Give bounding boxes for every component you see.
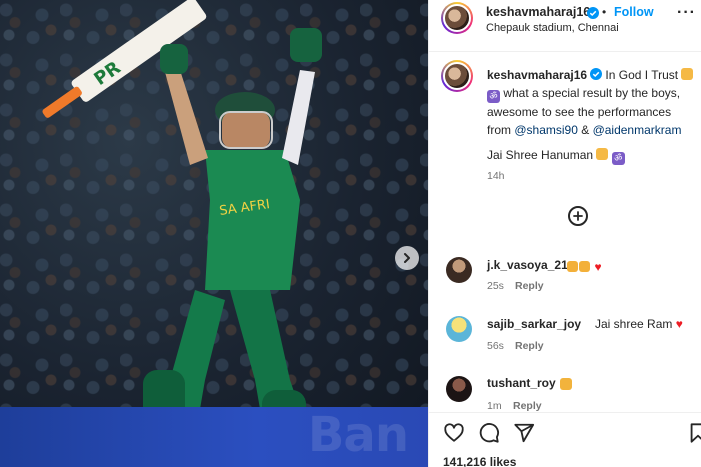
more-options-icon[interactable]: ··· <box>677 4 696 22</box>
comment-reply-button[interactable]: Reply <box>513 400 542 412</box>
praying-hands-emoji-icon <box>681 68 694 80</box>
comment-age: 1m <box>487 400 502 412</box>
likes-count[interactable]: 141,216 likes <box>443 455 516 467</box>
bookmark-icon <box>690 423 701 443</box>
load-more-comments-button[interactable] <box>568 206 588 226</box>
follow-button[interactable]: Follow <box>614 5 654 19</box>
comment-age: 56s <box>487 340 504 352</box>
comment-age: 25s <box>487 280 504 292</box>
save-button[interactable] <box>687 422 701 444</box>
caption-amp: & <box>577 123 593 137</box>
player-illustration: PR SA AFRI <box>42 0 322 467</box>
post-side-panel: keshavmaharaj16 • Follow Chepauk stadium… <box>428 0 701 467</box>
comment-username[interactable]: tushant_roy <box>487 376 556 390</box>
location-link[interactable]: Chepauk stadium, Chennai <box>486 22 619 34</box>
om-emoji-icon: ॐ <box>611 152 625 165</box>
caption-jai-line: Jai Shree Hanuman ॐ <box>487 148 625 165</box>
post-header: keshavmaharaj16 • Follow Chepauk stadium… <box>429 0 701 52</box>
send-icon <box>514 423 535 443</box>
post-photo: PR SA AFRI Ban <box>0 0 428 467</box>
mention-aidenmarkram[interactable]: @aidenmarkram <box>593 123 682 137</box>
comment-emojis <box>560 376 572 394</box>
carousel-next-button[interactable] <box>395 246 419 270</box>
author-username[interactable]: keshavmaharaj16 <box>486 5 590 19</box>
comment-text: Jai shree Ram ♥ <box>595 317 683 331</box>
comment-reply-button[interactable]: Reply <box>515 340 544 352</box>
comment-emojis: ♥ <box>566 258 602 276</box>
chevron-right-icon <box>404 253 410 263</box>
plus-icon <box>573 211 583 221</box>
red-heart-emoji-icon: ♥ <box>675 317 683 331</box>
header-separator: • <box>602 5 607 19</box>
raised-hands-emoji-icon <box>579 261 590 272</box>
comment-username[interactable]: sajib_sarkar_joy <box>487 317 581 331</box>
comment-button[interactable] <box>478 422 500 444</box>
commenter-avatar[interactable] <box>446 376 472 402</box>
comment-icon <box>479 423 499 443</box>
red-heart-emoji-icon: ♥ <box>594 260 602 274</box>
caption-username[interactable]: keshavmaharaj16 <box>487 68 587 82</box>
raised-hands-emoji-icon <box>567 261 578 272</box>
advertising-board: Ban <box>0 407 428 467</box>
author-avatar[interactable] <box>441 2 473 34</box>
comment-reply-button[interactable]: Reply <box>515 280 544 292</box>
heart-outline-icon <box>444 423 464 442</box>
like-button[interactable] <box>443 422 465 444</box>
praying-hands-emoji-icon <box>596 148 609 160</box>
mention-shamsi90[interactable]: @shamsi90 <box>514 123 578 137</box>
verified-badge-icon <box>587 7 599 19</box>
share-button[interactable] <box>513 422 535 444</box>
board-text: Ban <box>307 407 409 463</box>
om-emoji-icon: ॐ <box>487 90 500 103</box>
post-action-bar <box>429 412 701 452</box>
jai-text: Jai Shree Hanuman <box>487 148 597 162</box>
post-caption: keshavmaharaj16 In God I Trust ॐ what a … <box>487 66 697 139</box>
caption-author-avatar[interactable] <box>441 60 473 92</box>
clapping-hands-emoji-icon <box>560 378 572 390</box>
comment-username[interactable]: j.k_vasoya_21 <box>487 258 568 272</box>
verified-badge-icon <box>590 68 603 80</box>
caption-timestamp[interactable]: 14h <box>487 170 505 182</box>
commenter-avatar[interactable] <box>446 316 472 342</box>
caption-text-1: In God I Trust <box>602 68 682 82</box>
commenter-avatar[interactable] <box>446 257 472 283</box>
